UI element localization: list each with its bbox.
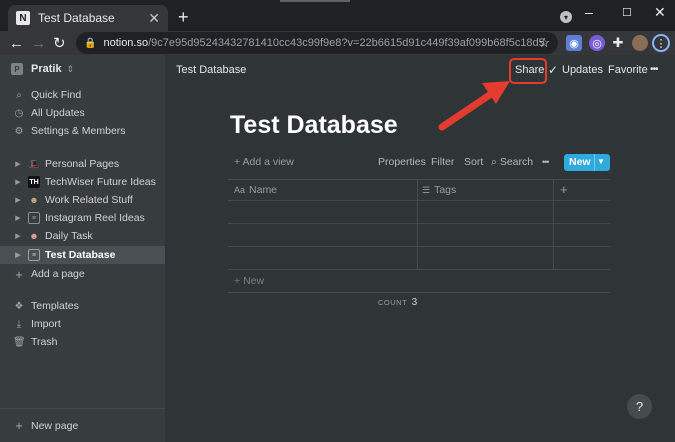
arrow-shaft	[438, 90, 495, 131]
annotation-arrow-icon	[438, 81, 510, 131]
